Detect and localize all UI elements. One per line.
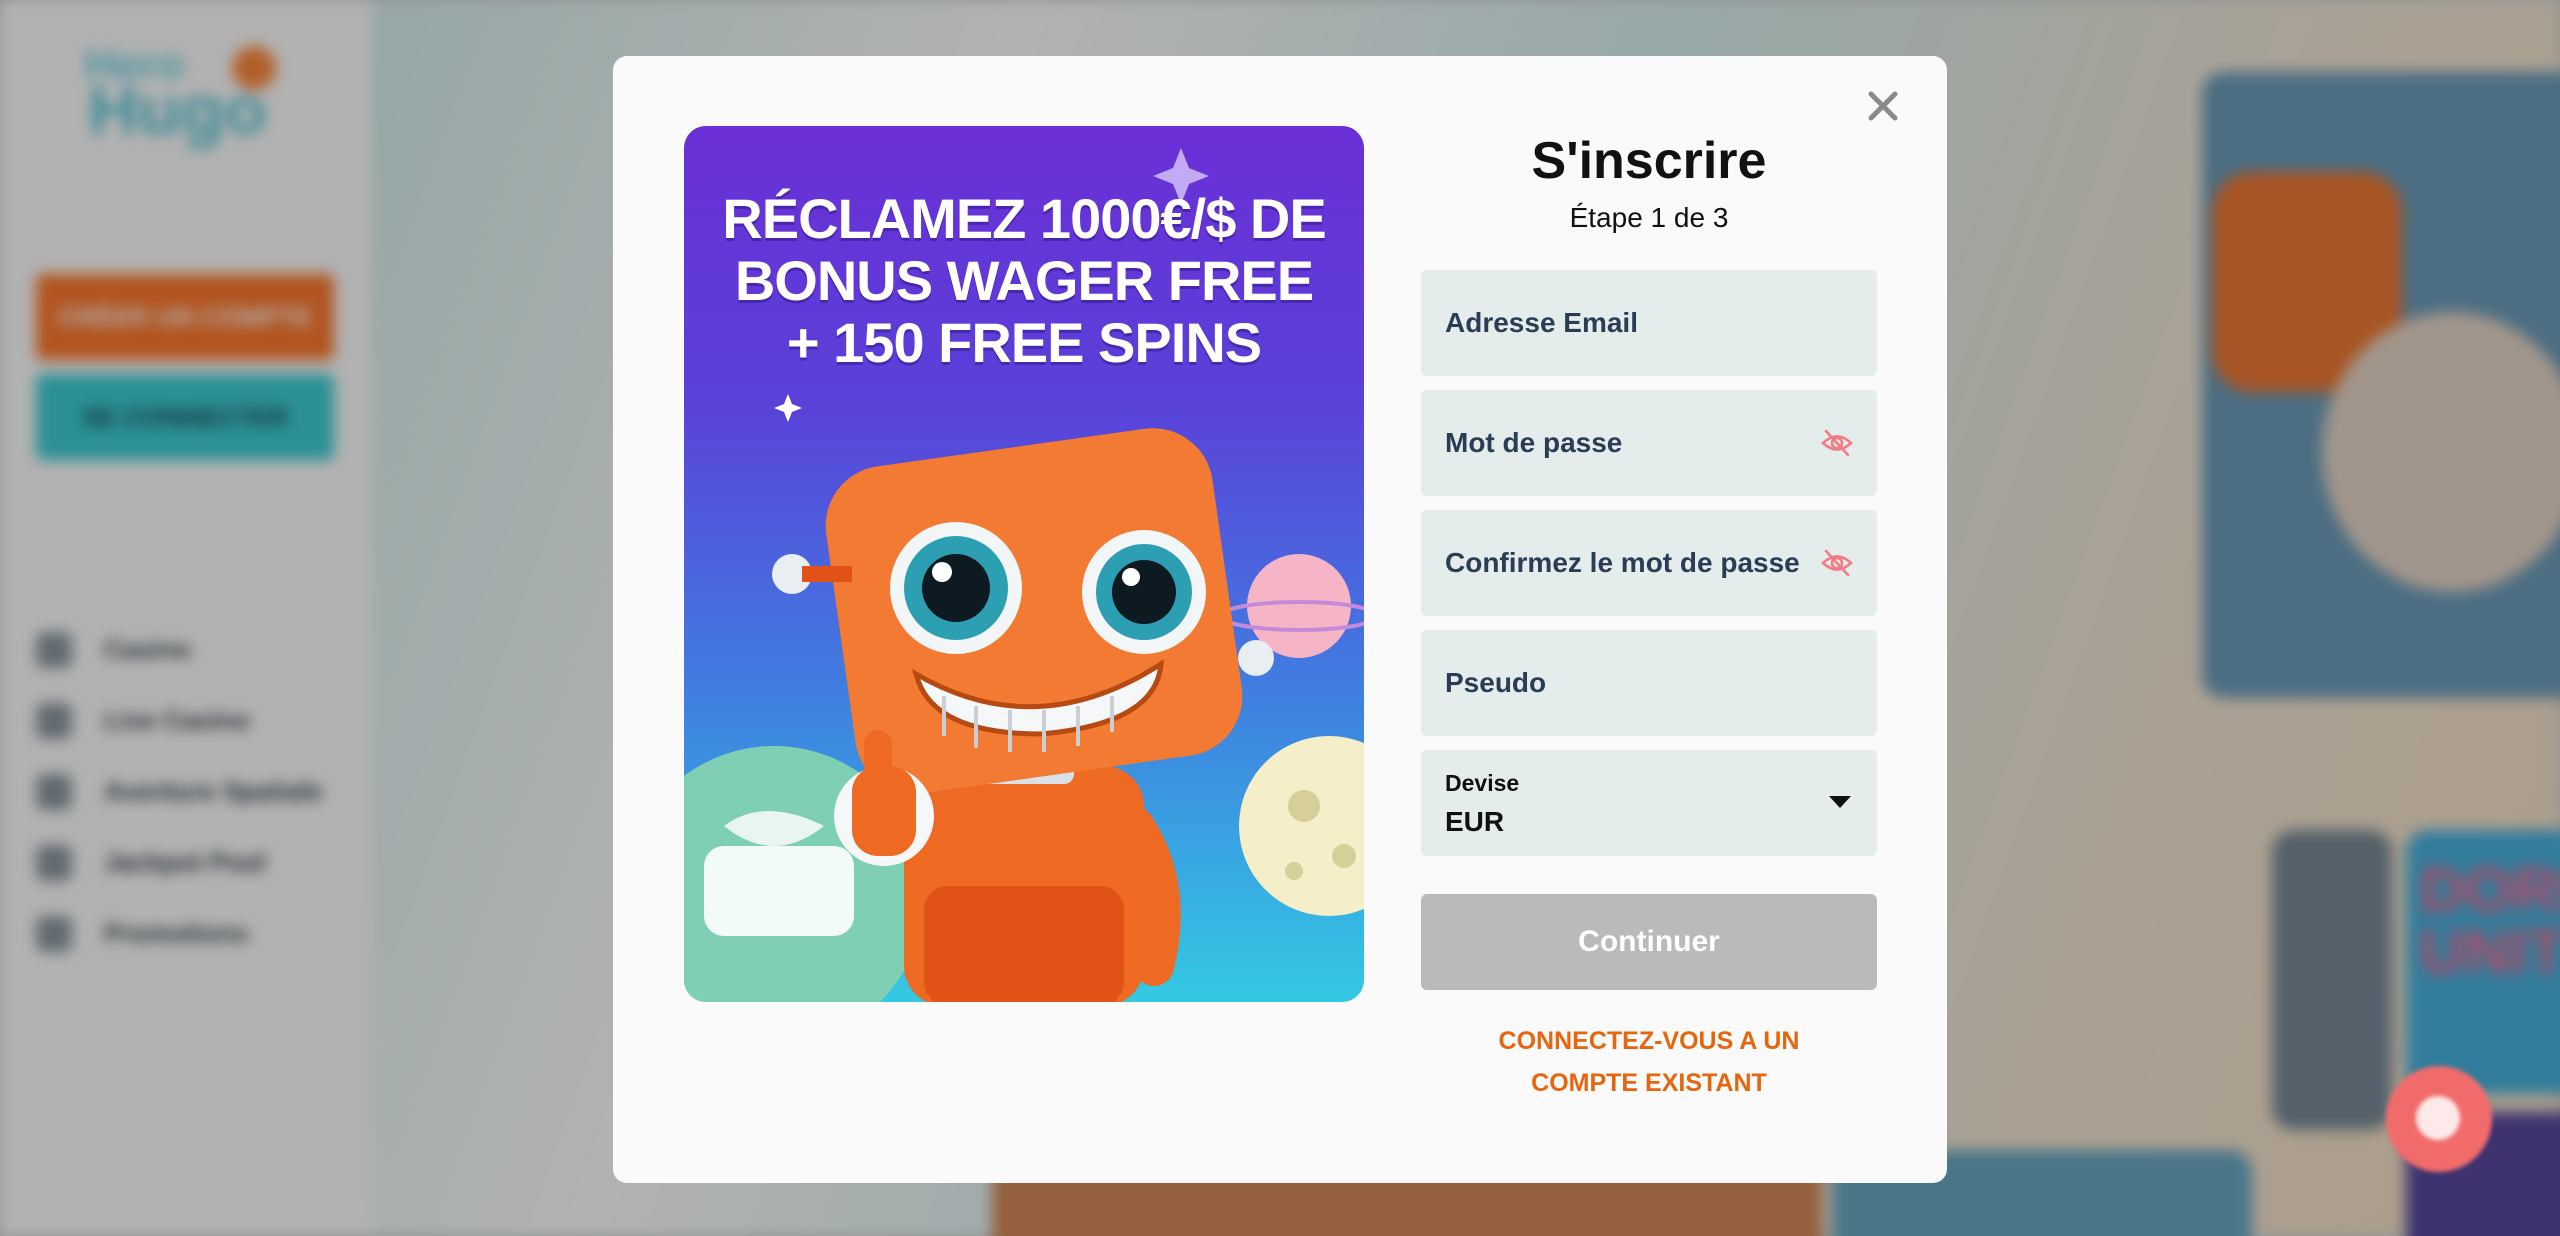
currency-select[interactable]: Devise EUR [1421,750,1877,856]
confirm-password-field[interactable]: Confirmez le mot de passe [1421,510,1877,616]
signup-modal: RÉCLAMEZ 1000€/$ DE BONUS WAGER FREE + 1… [613,56,1947,1183]
confirm-password-placeholder: Confirmez le mot de passe [1445,547,1800,578]
promo-banner: RÉCLAMEZ 1000€/$ DE BONUS WAGER FREE + 1… [684,126,1364,1002]
login-existing-account-link[interactable]: CONNECTEZ-VOUS A UN COMPTE EXISTANT [1421,1020,1877,1104]
password-placeholder: Mot de passe [1445,427,1623,458]
currency-value: EUR [1445,806,1505,837]
step-indicator: Étape 1 de 3 [1569,202,1729,233]
promo-line-3: + 150 FREE SPINS [786,311,1262,374]
continue-button[interactable]: Continuer [1421,894,1877,990]
promo-headline: RÉCLAMEZ 1000€/$ DE BONUS WAGER FREE + 1… [684,188,1364,374]
currency-label: Devise [1445,770,1520,796]
username-placeholder: Pseudo [1445,667,1547,698]
password-field[interactable]: Mot de passe [1421,390,1877,496]
eye-slash-icon[interactable] [1821,548,1853,578]
username-field[interactable]: Pseudo [1421,630,1877,736]
promo-line-2: BONUS WAGER FREE [734,249,1314,312]
email-placeholder: Adresse Email [1445,307,1638,338]
signup-form: S'inscrire Étape 1 de 3 Adresse Email Mo… [1421,126,1877,1104]
email-field[interactable]: Adresse Email [1421,270,1877,376]
promo-line-1: RÉCLAMEZ 1000€/$ DE [722,187,1326,250]
chat-icon [2416,1096,2460,1140]
modal-title: S'inscrire [1531,132,1767,190]
chat-button[interactable] [2386,1066,2492,1172]
eye-slash-icon[interactable] [1821,428,1853,458]
close-button[interactable] [1861,84,1905,128]
close-icon [1868,91,1898,121]
chevron-down-icon [1829,796,1851,808]
